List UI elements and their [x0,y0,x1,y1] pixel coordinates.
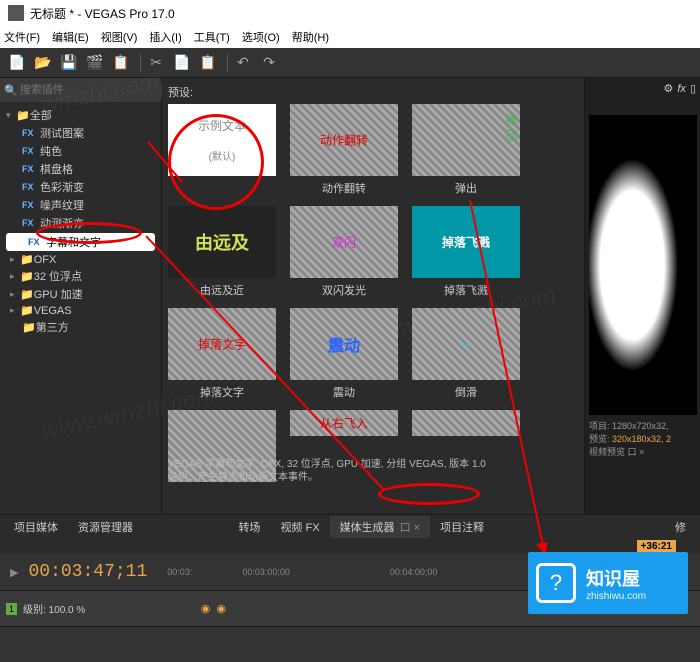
separator [140,54,141,72]
redo-icon[interactable]: ↷ [258,52,280,74]
separator [227,54,228,72]
tab-video-fx[interactable]: 视频 FX [270,516,329,538]
tab-bar: 项目媒体 资源管理器 转场 视频 FX 媒体生成器 口 × 项目注释 修 [0,514,700,538]
split-icon[interactable]: ▯ [690,82,696,95]
plugin-tree-panel: 🔍 ▾📁 全部 FX测试图案 FX纯色 FX棋盘格 FX色彩渐变 FX噪声纹理 … [0,78,162,514]
question-icon: ? [536,563,576,603]
preset-thumb-default[interactable]: 示例文本(默认) [168,104,276,196]
tree-item[interactable]: FX纯色 [0,142,161,160]
project-info: 项目: 1280x720x32, 预览: 320x180x32, 2 视频预览 … [589,419,696,458]
search-icon: 🔍 [4,84,18,97]
tree-item[interactable]: FX色彩渐变 [0,178,161,196]
preset-thumb[interactable]: 震动 震动 [290,308,398,400]
tree-all[interactable]: ▾📁 全部 [0,106,161,124]
preset-label: 预设: [168,84,578,100]
tree-titles-text[interactable]: FX字幕和文字 [6,233,155,251]
tree-item[interactable]: FX测试图案 [0,124,161,142]
app-icon [8,5,24,21]
preset-panel: 预设: 示例文本(默认) 动作翻转 动作翻转 弹 回 弹出 由远及 由远及近 双… [162,78,584,514]
undo-icon[interactable]: ↶ [232,52,254,74]
menu-insert[interactable]: 插入(I) [149,29,181,45]
timecode: 00:03:47;11 [28,562,147,582]
props-icon[interactable]: 📋 [110,52,132,74]
preset-thumb[interactable]: 掉落文字 掉落文字 [168,308,276,400]
fx-icon[interactable]: fx [677,83,686,95]
toolbar: 📄 📂 💾 🎬 📋 ✂ 📄 📋 ↶ ↷ [0,48,700,78]
tab-explorer[interactable]: 资源管理器 [68,516,143,538]
tree-32bit[interactable]: ▸📁 32 位浮点 [0,267,161,285]
tree-item[interactable]: FX棋盘格 [0,160,161,178]
tree-ofx[interactable]: ▸📁 OFX [0,252,161,267]
track-level: 级别: 100.0 % [23,601,85,616]
tree-vegas[interactable]: ▸📁 VEGAS [0,303,161,318]
tree-item[interactable]: FX噪声纹理 [0,196,161,214]
copy-icon[interactable]: 📄 [171,52,193,74]
preset-thumb[interactable]: — 倒滑 [412,308,520,400]
tree-gpu[interactable]: ▸📁 GPU 加速 [0,285,161,303]
tab-project-media[interactable]: 项目媒体 [4,516,68,538]
new-icon[interactable]: 📄 [6,52,28,74]
menu-bar: 文件(F) 编辑(E) 视图(V) 插入(I) 工具(T) 选项(O) 帮助(H… [0,26,700,48]
save-icon[interactable]: 💾 [58,52,80,74]
preset-thumb[interactable]: 动作翻转 动作翻转 [290,104,398,196]
tree-item[interactable]: FX动测渐亦 [0,214,161,232]
tab-extra[interactable]: 修 [665,516,696,538]
menu-tools[interactable]: 工具(T) [194,29,230,45]
search-input[interactable] [18,82,164,98]
preset-thumb[interactable]: 弹 回 弹出 [412,104,520,196]
track-area[interactable] [0,626,700,662]
menu-options[interactable]: 选项(O) [242,29,280,45]
video-preview [589,115,697,415]
menu-help[interactable]: 帮助(H) [292,29,329,45]
tab-media-generators[interactable]: 媒体生成器 口 × [330,516,431,538]
tab-transitions[interactable]: 转场 [228,516,270,538]
render-icon[interactable]: 🎬 [84,52,106,74]
plugin-description: VEGAS 字幕和文字: OFX, 32 位浮点, GPU 加速, 分组 VEG… [168,458,578,484]
watermark-badge: ? 知识屋zhishiwu.com [528,552,688,614]
preset-thumb[interactable]: 掉落飞溅 掉落飞溅 [412,206,520,298]
cut-icon[interactable]: ✂ [145,52,167,74]
tab-project-notes[interactable]: 项目注释 [430,516,494,538]
gear-icon[interactable]: ⚙ [664,82,674,95]
paste-icon[interactable]: 📋 [197,52,219,74]
preview-panel: ⚙ fx ▯ 项目: 1280x720x32, 预览: 320x180x32, … [584,78,700,514]
preset-thumb[interactable]: 由远及 由远及近 [168,206,276,298]
menu-file[interactable]: 文件(F) [4,29,40,45]
preset-thumb[interactable]: 双闪 双闪发光 [290,206,398,298]
open-icon[interactable]: 📂 [32,52,54,74]
menu-edit[interactable]: 编辑(E) [52,29,89,45]
menu-view[interactable]: 视图(V) [101,29,138,45]
window-title: 无标题 * - VEGAS Pro 17.0 [30,5,175,22]
tree-thirdparty[interactable]: 📁 第三方 [0,318,161,336]
